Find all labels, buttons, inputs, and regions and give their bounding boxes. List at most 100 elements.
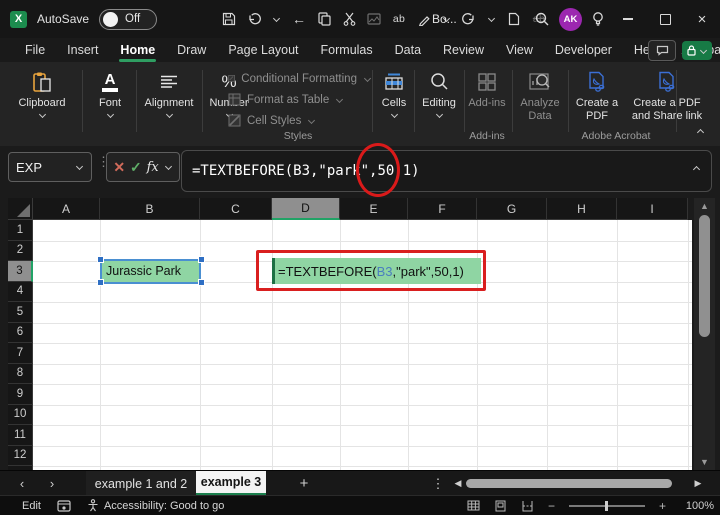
selection-handle[interactable]: [97, 256, 104, 263]
vertical-scrollbar[interactable]: ▲ ▼: [694, 198, 715, 470]
sheet-tab-example-1-and-2[interactable]: example 1 and 2: [86, 471, 197, 496]
menu-tab-view[interactable]: View: [495, 40, 544, 61]
cell-styles-button[interactable]: Cell Styles: [228, 110, 368, 131]
comments-button[interactable]: [648, 40, 676, 61]
back-arrow-icon[interactable]: ←: [292, 9, 306, 29]
scroll-down-icon[interactable]: ▼: [694, 457, 715, 467]
menu-tab-insert[interactable]: Insert: [56, 40, 109, 61]
normal-view-icon[interactable]: [467, 500, 480, 511]
column-header-B[interactable]: B: [100, 198, 200, 220]
add-sheet-button[interactable]: +: [292, 471, 316, 496]
cut-icon[interactable]: [342, 9, 356, 29]
confirm-entry-button[interactable]: ✓: [130, 159, 142, 176]
next-sheet-button[interactable]: ›: [40, 471, 64, 496]
collapse-formula-bar-icon[interactable]: [692, 165, 701, 171]
collapse-ribbon-icon[interactable]: [696, 128, 705, 134]
button-label: Create a PDF and Share link: [631, 97, 703, 122]
font-group-button[interactable]: A Font: [88, 69, 132, 118]
accessibility-status[interactable]: Accessibility: Good to go: [87, 499, 224, 512]
column-header-G[interactable]: G: [477, 198, 547, 220]
create-pdf-share-button[interactable]: Create a PDF and Share link: [624, 69, 710, 122]
prev-sheet-button[interactable]: ‹: [10, 471, 34, 496]
addins-icon: [477, 69, 497, 95]
name-box[interactable]: EXP: [8, 152, 92, 182]
format-painter-icon[interactable]: [417, 9, 431, 29]
zoom-out-button[interactable]: −: [548, 500, 555, 512]
row-header-7[interactable]: 7: [8, 343, 33, 364]
menu-tab-home[interactable]: Home: [109, 40, 166, 62]
row-header-10[interactable]: 10: [8, 404, 33, 425]
divider: [676, 70, 677, 132]
scroll-up-icon[interactable]: ▲: [694, 201, 715, 211]
column-header-E[interactable]: E: [340, 198, 408, 220]
menu-tab-formulas[interactable]: Formulas: [310, 40, 384, 61]
format-as-table-button[interactable]: Format as Table: [228, 89, 368, 110]
horizontal-scroll-thumb[interactable]: [466, 479, 672, 488]
hscroll-right-icon[interactable]: ▶: [686, 471, 710, 496]
alignment-group-button[interactable]: Alignment: [140, 69, 198, 118]
formula-input[interactable]: =TEXTBEFORE(B3,"park",50,1): [181, 150, 712, 192]
redo-icon[interactable]: [462, 9, 476, 29]
vertical-scroll-thumb[interactable]: [699, 215, 710, 337]
create-pdf-button[interactable]: Create a PDF: [572, 69, 622, 122]
cells-group-button[interactable]: Cells: [376, 69, 412, 118]
row-header-11[interactable]: 11: [8, 425, 33, 446]
selection-handle[interactable]: [97, 279, 104, 286]
autosave-toggle[interactable]: Off: [99, 8, 158, 30]
menu-tab-developer[interactable]: Developer: [544, 40, 623, 61]
maximize-button[interactable]: [651, 0, 679, 38]
cell-B3[interactable]: Jurassic Park: [100, 259, 201, 284]
column-header-I[interactable]: I: [617, 198, 688, 220]
menu-tab-data[interactable]: Data: [384, 40, 432, 61]
insert-function-button[interactable]: fx: [147, 160, 159, 175]
save-icon[interactable]: [222, 9, 236, 29]
translate-icon[interactable]: ab: [392, 9, 406, 29]
menu-tab-file[interactable]: File: [14, 40, 56, 61]
row-header-9[interactable]: 9: [8, 384, 33, 405]
zoom-slider-thumb[interactable]: [604, 500, 608, 511]
menu-tab-page-layout[interactable]: Page Layout: [217, 40, 309, 61]
sheet-tab-example-3[interactable]: example 3: [196, 471, 266, 496]
row-header-12[interactable]: 12: [8, 445, 33, 466]
lightbulb-icon[interactable]: [591, 9, 605, 29]
column-header-C[interactable]: C: [200, 198, 272, 220]
editing-group-button[interactable]: Editing: [416, 69, 462, 118]
page-break-view-icon[interactable]: [521, 500, 534, 512]
copy-icon[interactable]: [317, 9, 331, 29]
menu-tab-review[interactable]: Review: [432, 40, 495, 61]
avatar[interactable]: AK: [559, 7, 582, 31]
row-header-2[interactable]: 2: [8, 240, 33, 261]
selection-handle[interactable]: [198, 256, 205, 263]
redo-chevron-icon[interactable]: [487, 16, 496, 22]
row-header-8[interactable]: 8: [8, 363, 33, 384]
zoom-slider[interactable]: [568, 500, 645, 511]
minimize-button[interactable]: [614, 0, 642, 38]
sheet-tab-bar: ‹ › example 1 and 2 example 3 + ⋮ ◀ ▶: [0, 470, 720, 496]
row-header-6[interactable]: 6: [8, 322, 33, 343]
column-header-F[interactable]: F: [408, 198, 477, 220]
column-header-D[interactable]: D: [272, 198, 340, 220]
menu-tab-draw[interactable]: Draw: [166, 40, 217, 61]
cancel-entry-button[interactable]: ✕: [113, 159, 125, 176]
undo-icon[interactable]: [247, 9, 261, 29]
close-button[interactable]: ×: [688, 0, 716, 38]
select-all-button[interactable]: [8, 198, 33, 220]
sensitivity-share-button[interactable]: [682, 41, 712, 60]
new-document-icon[interactable]: [507, 9, 521, 29]
clipboard-icon: [32, 69, 52, 95]
macro-record-icon[interactable]: [57, 499, 71, 512]
selection-handle[interactable]: [198, 279, 205, 286]
clipboard-group-button[interactable]: Clipboard: [14, 69, 70, 118]
row-header-5[interactable]: 5: [8, 302, 33, 323]
conditional-formatting-button[interactable]: Conditional Formatting: [228, 68, 368, 89]
column-header-H[interactable]: H: [547, 198, 617, 220]
search-icon[interactable]: [534, 9, 550, 29]
undo-chevron-icon[interactable]: [272, 16, 281, 22]
page-layout-view-icon[interactable]: [494, 500, 507, 512]
column-header-A[interactable]: A: [33, 198, 100, 220]
row-header-4[interactable]: 4: [8, 281, 33, 302]
zoom-in-button[interactable]: +: [659, 500, 666, 512]
row-header-3[interactable]: 3: [8, 261, 33, 282]
button-label: Add-ins: [468, 97, 506, 109]
row-header-1[interactable]: 1: [8, 220, 33, 241]
